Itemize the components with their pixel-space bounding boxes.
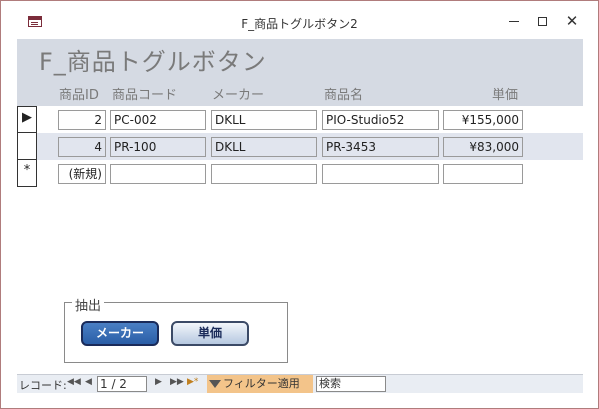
- next-record-button[interactable]: ▶: [155, 377, 162, 387]
- price-field[interactable]: ¥155,000: [443, 110, 523, 130]
- price-field[interactable]: ¥83,000: [443, 137, 523, 157]
- new-record-button[interactable]: ▶*: [187, 377, 198, 387]
- column-header-price: 単価: [492, 88, 519, 103]
- product-name-field[interactable]: PR-3453: [322, 137, 439, 157]
- column-header-maker: メーカー: [212, 88, 265, 103]
- first-record-button[interactable]: ◀◀: [67, 377, 81, 387]
- maker-field[interactable]: DKLL: [211, 110, 317, 130]
- record-selector-new[interactable]: *: [17, 160, 37, 187]
- record-selector-current[interactable]: ▶: [17, 106, 37, 133]
- search-input[interactable]: 検索: [316, 376, 386, 392]
- product-code-field-new[interactable]: [110, 164, 206, 184]
- product-id-field-new[interactable]: (新規): [58, 164, 106, 184]
- price-toggle-button[interactable]: 単価: [171, 321, 249, 346]
- minimize-icon: [509, 20, 519, 22]
- title-bar: F_商品トグルボタン2 ✕: [1, 1, 598, 39]
- form-body: F_商品トグルボタン 商品ID 商品コード メーカー 商品名 単価 ▶ * 2 …: [17, 39, 583, 371]
- filter-group-label: 抽出: [72, 295, 105, 314]
- form-title: F_商品トグルボタン: [39, 48, 267, 76]
- maximize-button[interactable]: [528, 9, 556, 33]
- maker-toggle-button[interactable]: メーカー: [81, 321, 159, 346]
- form-header: F_商品トグルボタン 商品ID 商品コード メーカー 商品名 単価: [17, 39, 583, 106]
- column-header-product-code: 商品コード: [112, 88, 178, 103]
- product-id-field[interactable]: 2: [58, 110, 106, 130]
- filter-status-label: フィルター適用: [223, 377, 300, 390]
- last-record-button[interactable]: ▶▶: [170, 377, 184, 387]
- funnel-icon: [209, 380, 221, 388]
- record-selector[interactable]: [17, 133, 37, 160]
- price-field-new[interactable]: [443, 164, 523, 184]
- maker-field-new[interactable]: [211, 164, 317, 184]
- record-label: レコード:: [19, 379, 67, 392]
- column-header-product-name: 商品名: [324, 88, 364, 103]
- column-header-product-id: 商品ID: [59, 88, 99, 103]
- product-code-field[interactable]: PC-002: [110, 110, 206, 130]
- close-button[interactable]: ✕: [558, 9, 586, 33]
- record-position-input[interactable]: 1 / 2: [97, 376, 147, 392]
- product-code-field[interactable]: PR-100: [110, 137, 206, 157]
- record-navigation-bar: レコード: ◀◀ ◀ 1 / 2 ▶ ▶▶ ▶* フィルター適用 検索: [17, 374, 583, 393]
- filter-status-button[interactable]: フィルター適用: [207, 375, 313, 393]
- access-form-window: F_商品トグルボタン2 ✕ F_商品トグルボタン 商品ID 商品コード メーカー…: [0, 0, 599, 409]
- product-id-field[interactable]: 4: [58, 137, 106, 157]
- product-name-field[interactable]: PIO-Studio52: [322, 110, 439, 130]
- minimize-button[interactable]: [500, 9, 528, 33]
- maker-field[interactable]: DKLL: [211, 137, 317, 157]
- product-name-field-new[interactable]: [322, 164, 439, 184]
- previous-record-button[interactable]: ◀: [85, 377, 92, 387]
- maximize-icon: [537, 16, 547, 26]
